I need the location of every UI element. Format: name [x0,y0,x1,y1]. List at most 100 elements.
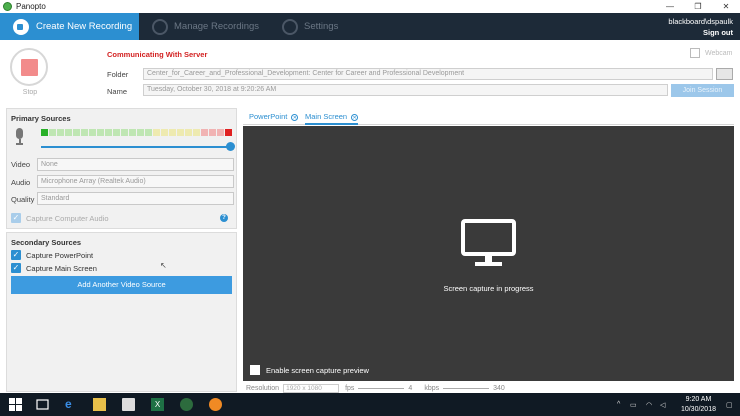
enable-preview-toggle[interactable]: Enable screen capture preview [250,365,369,375]
meter-segment [217,129,225,136]
edge-icon[interactable]: e [65,398,78,411]
task-view-icon[interactable] [36,398,49,411]
webcam-toggle[interactable]: Webcam [690,48,733,58]
stop-control[interactable]: Stop [10,48,50,96]
resolution-label: Resolution [246,384,280,392]
meter-segment [153,129,161,136]
stop-button[interactable] [10,48,48,86]
tab-main-screen[interactable]: Main Screen ✕ [305,110,359,125]
meter-segment [57,129,65,136]
capture-main-screen[interactable]: ✓ Capture Main Screen [11,263,97,273]
secondary-sources-panel: Secondary Sources ✓ Capture PowerPoint ✓… [6,232,237,392]
capture-ms-checkbox[interactable]: ✓ [11,263,21,273]
meter-segment [129,129,137,136]
minimize-button[interactable]: — [656,0,684,13]
clock-time: 9:20 AM [685,396,712,403]
source-tabs: PowerPoint ✕ Main Screen ✕ [243,110,734,125]
screen-preview: Screen capture in progress Enable screen… [243,126,734,381]
quality-select[interactable]: Standard [37,192,234,205]
maximize-button[interactable]: ❐ [684,0,712,13]
meter-segment [41,129,49,136]
sign-out-link[interactable]: Sign out [668,27,733,38]
nav-manage-recordings[interactable]: Manage Recordings [152,13,259,40]
excel-icon[interactable]: X [151,398,164,411]
meter-segment [177,129,185,136]
enable-preview-checkbox[interactable] [250,365,260,375]
resolution-field[interactable]: 1920 x 1080 [283,383,340,393]
monitor-icon [461,219,516,266]
enable-preview-label: Enable screen capture preview [266,365,369,375]
meter-segment [185,129,193,136]
capture-powerpoint[interactable]: ✓ Capture PowerPoint [11,250,93,260]
meter-segment [73,129,81,136]
meter-segment [113,129,121,136]
window-title: Panopto [16,2,46,11]
panopto-logo-icon [3,2,12,11]
gain-slider-track[interactable] [41,146,230,148]
meter-segment [81,129,89,136]
nav-manage-label: Manage Recordings [174,21,260,32]
stop-icon [20,58,38,76]
record-icon [13,18,29,35]
quality-label: Quality [11,195,35,204]
capture-pp-checkbox[interactable]: ✓ [11,250,21,260]
nav-create-recording[interactable]: Create New Recording [0,13,139,40]
title-bar: Panopto — ❐ ✕ [0,0,740,13]
primary-sources-title: Primary Sources [11,114,71,123]
folder-field[interactable]: Center_for_Career_and_Professional_Devel… [143,68,713,80]
name-label: Name [107,87,128,96]
audio-select[interactable]: Microphone Array (Realtek Audio) [37,175,234,188]
meter-segment [209,129,217,136]
username: blackboard\dspaulk [668,17,733,26]
firefox-icon[interactable] [209,398,222,411]
meter-segment [89,129,97,136]
taskbar-clock[interactable]: 9:20 AM 10/30/2018 [681,395,716,415]
join-session-button[interactable]: Join Session [671,84,734,97]
close-button[interactable]: ✕ [712,0,740,13]
close-icon[interactable]: ✕ [291,113,299,121]
nav-settings[interactable]: Settings [282,13,338,40]
help-icon[interactable]: ? [220,214,228,222]
clock-date: 10/30/2018 [680,406,716,413]
close-icon[interactable]: ✕ [351,113,359,121]
file-explorer-icon[interactable] [93,398,106,411]
gear-icon [282,18,298,35]
kbps-slider[interactable] [443,387,490,389]
wifi-icon[interactable]: ◠ [646,401,652,409]
capture-settings-row: Resolution 1920 x 1080 fps 4 kbps 340 [243,383,734,393]
capture-computer-audio[interactable]: ✓ Capture Computer Audio [11,213,109,223]
folder-browse-button[interactable] [716,68,733,80]
server-status: Communicating With Server [107,50,208,59]
nav-settings-label: Settings [304,21,339,32]
meter-segment [201,129,209,136]
secondary-sources-title: Secondary Sources [11,238,82,247]
webcam-checkbox[interactable] [690,48,700,58]
meter-segment [121,129,129,136]
folder-label: Folder [107,70,129,79]
video-select[interactable]: None [37,158,234,171]
name-field[interactable]: Tuesday, October 30, 2018 at 9:20:26 AM [143,84,668,96]
notifications-icon[interactable]: ▢ [726,401,733,409]
meter-segment [105,129,113,136]
capture-pp-label: Capture PowerPoint [26,250,94,260]
capture-audio-label: Capture Computer Audio [26,213,109,223]
store-icon[interactable] [122,398,135,411]
fps-label: fps [345,384,355,392]
tab-powerpoint[interactable]: PowerPoint ✕ [249,110,299,125]
capture-status-text: Screen capture in progress [443,284,534,293]
windows-start-icon[interactable] [9,398,22,411]
chevron-up-icon[interactable]: ^ [617,401,620,408]
panopto-taskbar-icon[interactable] [180,398,193,411]
meter-segment [169,129,177,136]
gain-slider-thumb[interactable] [226,142,235,151]
volume-icon[interactable]: ◁ [660,401,665,409]
windows-taskbar: e X ^ ▭ ◠ ◁ 9:20 AM 10/30/2018 ▢ [0,393,740,416]
fps-slider[interactable] [358,387,405,389]
capture-audio-checkbox[interactable]: ✓ [11,213,21,223]
add-video-source-button[interactable]: Add Another Video Source [11,276,232,294]
meter-segment [193,129,201,136]
list-icon [152,18,168,35]
top-navigation: Create New Recording Manage Recordings S… [0,13,740,40]
battery-icon[interactable]: ▭ [630,401,637,409]
audio-level-meter [41,129,233,136]
